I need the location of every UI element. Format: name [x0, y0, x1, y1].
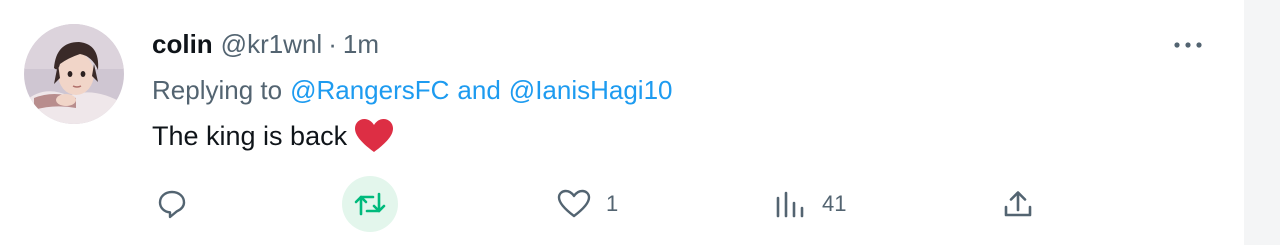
- timestamp[interactable]: 1m: [343, 29, 379, 60]
- tweet-header: colin @kr1wnl · 1m: [152, 26, 379, 62]
- mention-link[interactable]: @RangersFC: [290, 75, 449, 106]
- tweet-body: The king is back: [152, 120, 348, 151]
- views-count: 41: [822, 191, 847, 216]
- retweet-arrows-icon: [354, 192, 386, 216]
- tweet-reply[interactable]: colin @kr1wnl · 1m Replying to @RangersF…: [0, 0, 1244, 245]
- replying-prefix: Replying to: [152, 74, 283, 105]
- reply-button[interactable]: [144, 176, 200, 232]
- bar-chart-icon: [776, 191, 804, 218]
- scrollbar-track: [1244, 0, 1280, 245]
- display-name[interactable]: colin: [152, 29, 213, 60]
- avatar[interactable]: [24, 24, 124, 124]
- replying-to: Replying to @RangersFC and @IanisHagi10: [152, 72, 673, 108]
- like-count: 1: [606, 191, 619, 216]
- red-heart-emoji: [355, 119, 394, 153]
- separator-dot: ·: [328, 28, 337, 59]
- user-handle[interactable]: @kr1wnl: [221, 29, 323, 60]
- more-dots-icon: [1174, 42, 1202, 48]
- share-button[interactable]: [990, 176, 1046, 232]
- heart-outline-icon: [557, 189, 591, 218]
- tweet-text: The king is back: [152, 116, 394, 156]
- views-button[interactable]: 41: [762, 176, 846, 232]
- mention-link[interactable]: @IanisHagi10: [509, 75, 673, 106]
- share-upload-icon: [1004, 191, 1032, 217]
- more-button[interactable]: [1166, 30, 1210, 60]
- retweet-button[interactable]: [342, 176, 398, 232]
- reply-conjunction: and: [457, 74, 501, 105]
- like-button[interactable]: 1: [546, 176, 618, 232]
- speech-bubble-icon: [158, 190, 186, 219]
